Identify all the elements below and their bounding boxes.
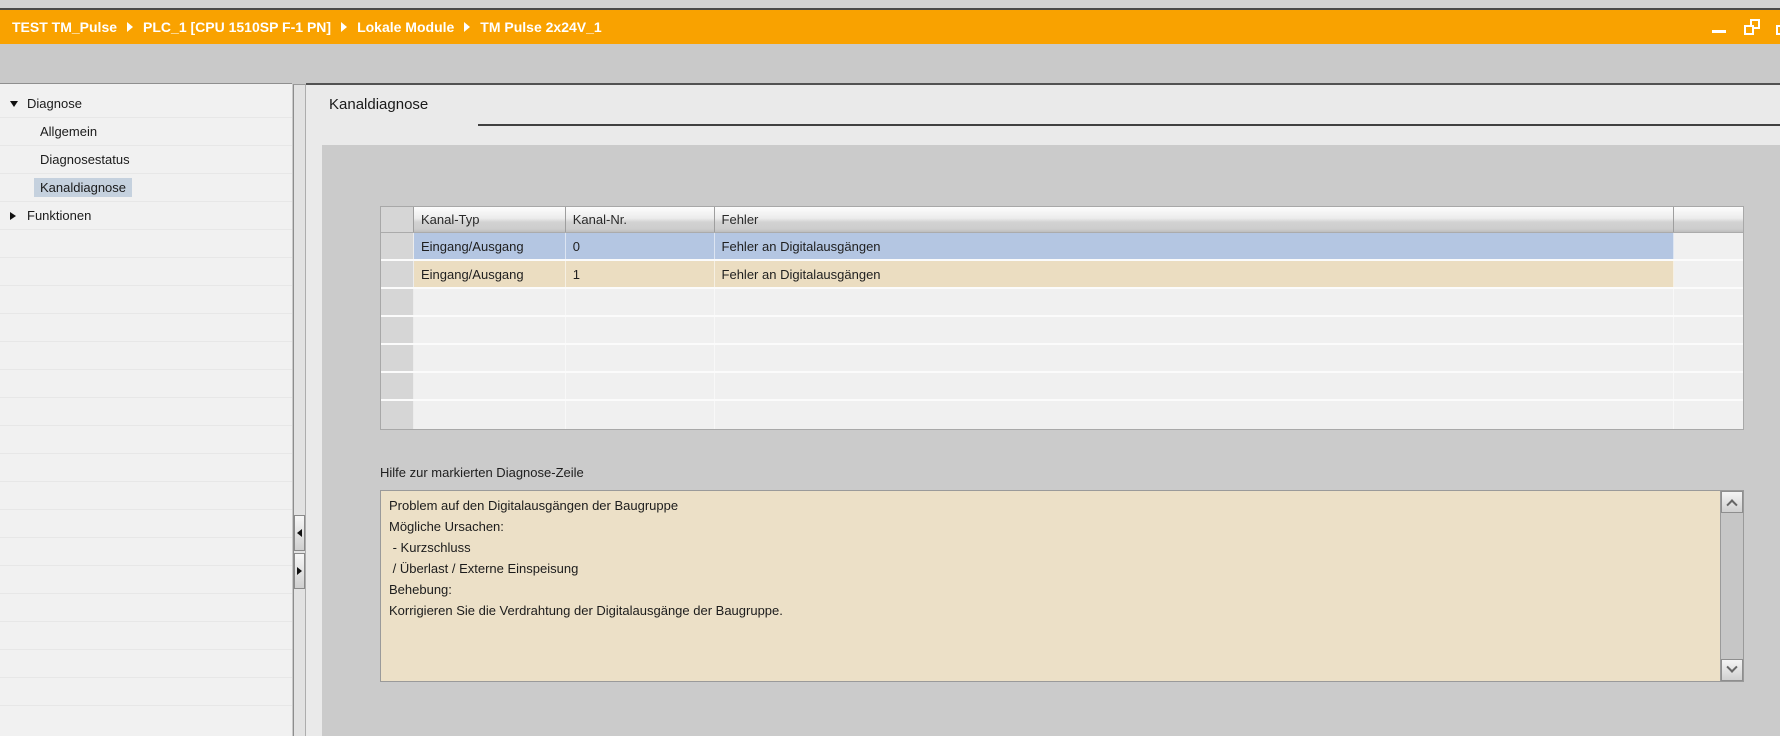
- breadcrumb-arrow-icon: [341, 22, 348, 32]
- tia-portal-window: TEST TM_Pulse PLC_1 [CPU 1510SP F-1 PN] …: [0, 0, 1780, 736]
- selector-column-header[interactable]: [381, 207, 414, 232]
- cell-kanal-nr: 0: [565, 233, 715, 259]
- sidebar-item-kanaldiagnose[interactable]: Kanaldiagnose: [0, 174, 292, 202]
- sidebar-empty-rows: [0, 230, 292, 716]
- row-selector-cell[interactable]: [381, 261, 414, 287]
- help-line: Behebung:: [389, 582, 452, 597]
- sidebar-item-diagnose[interactable]: Diagnose: [0, 90, 292, 118]
- diagnostics-tree: Diagnose Allgemein Diagnosestatus Kanald…: [0, 84, 292, 716]
- sidebar-item-label: Diagnosestatus: [40, 152, 130, 167]
- row-selector-cell[interactable]: [381, 289, 414, 315]
- titlebar: TEST TM_Pulse PLC_1 [CPU 1510SP F-1 PN] …: [0, 10, 1780, 44]
- restore-icon[interactable]: [1744, 19, 1760, 35]
- help-line: - Kurzschluss: [389, 540, 471, 555]
- breadcrumb-arrow-icon: [464, 22, 471, 32]
- sidebar-item-diagnosestatus[interactable]: Diagnosestatus: [0, 146, 292, 174]
- help-section-label: Hilfe zur markierten Diagnose-Zeile: [380, 465, 584, 480]
- help-scrollbar[interactable]: [1720, 491, 1743, 681]
- table-row[interactable]: Eingang/Ausgang 1 Fehler an Digitalausgä…: [381, 261, 1743, 289]
- row-selector-cell[interactable]: [381, 401, 414, 429]
- sidebar-item-label: Funktionen: [27, 208, 92, 223]
- breadcrumb-plc[interactable]: PLC_1 [CPU 1510SP F-1 PN]: [143, 19, 331, 35]
- breadcrumb-arrow-icon: [127, 22, 134, 32]
- row-selector-cell[interactable]: [381, 233, 414, 259]
- breadcrumb-lokale-module[interactable]: Lokale Module: [357, 19, 454, 35]
- column-header-kanal-nr[interactable]: Kanal-Nr.: [566, 207, 715, 232]
- sidebar-item-label-selected: Kanaldiagnose: [34, 178, 133, 197]
- clipped-window-icon[interactable]: [1776, 19, 1780, 35]
- sidebar-item-label: Allgemein: [40, 124, 98, 139]
- scroll-up-button[interactable]: [1721, 491, 1743, 513]
- triangle-right-icon: [297, 567, 302, 575]
- minimize-icon[interactable]: [1712, 19, 1728, 35]
- column-header-fehler[interactable]: Fehler: [715, 207, 1675, 232]
- pane-splitter[interactable]: [293, 84, 306, 736]
- scroll-down-button[interactable]: [1721, 659, 1743, 681]
- table-row-empty[interactable]: [381, 289, 1743, 317]
- help-line: Mögliche Ursachen:: [389, 519, 504, 534]
- cell-fehler: Fehler an Digitalausgängen: [714, 233, 1675, 259]
- diagnostic-help-box: Problem auf den Digitalausgängen der Bau…: [380, 490, 1744, 682]
- table-header-row: Kanal-Typ Kanal-Nr. Fehler: [381, 207, 1743, 233]
- column-header-end: [1674, 207, 1743, 232]
- title-rule: [478, 124, 1780, 126]
- table-row-empty[interactable]: [381, 345, 1743, 373]
- help-line: Korrigieren Sie die Verdrahtung der Digi…: [389, 603, 783, 618]
- table-row-empty[interactable]: [381, 401, 1743, 429]
- main-content: Kanaldiagnose Kanal-Typ Kanal-Nr. Fehler…: [306, 83, 1780, 736]
- table-row[interactable]: Eingang/Ausgang 0 Fehler an Digitalausgä…: [381, 233, 1743, 261]
- breadcrumb-project[interactable]: TEST TM_Pulse: [12, 19, 117, 35]
- expanded-arrow-icon[interactable]: [10, 100, 20, 107]
- breadcrumb-tm-pulse[interactable]: TM Pulse 2x24V_1: [480, 19, 601, 35]
- diagnostic-help-text: Problem auf den Digitalausgängen der Bau…: [381, 491, 1719, 681]
- sidebar-item-label: Diagnose: [27, 96, 82, 111]
- column-header-kanal-typ[interactable]: Kanal-Typ: [414, 207, 566, 232]
- page-title: Kanaldiagnose: [329, 96, 429, 113]
- table-row-empty[interactable]: [381, 373, 1743, 401]
- cell-kanal-typ: Eingang/Ausgang: [413, 233, 566, 259]
- top-strip: [0, 0, 1780, 8]
- sidebar-item-allgemein[interactable]: Allgemein: [0, 118, 292, 146]
- row-selector-cell[interactable]: [381, 373, 414, 399]
- table-row-empty[interactable]: [381, 317, 1743, 345]
- row-selector-cell[interactable]: [381, 317, 414, 343]
- cell-end: [1674, 261, 1743, 287]
- chevron-down-icon: [1726, 661, 1738, 673]
- breadcrumb: TEST TM_Pulse PLC_1 [CPU 1510SP F-1 PN] …: [12, 19, 602, 35]
- collapsed-arrow-icon[interactable]: [10, 211, 20, 220]
- sidebar-item-funktionen[interactable]: Funktionen: [0, 202, 292, 230]
- cell-kanal-typ: Eingang/Ausgang: [413, 261, 566, 287]
- channel-diagnostics-table: Kanal-Typ Kanal-Nr. Fehler Eingang/Ausga…: [380, 206, 1744, 430]
- expand-pane-button[interactable]: [294, 553, 305, 589]
- triangle-left-icon: [297, 529, 302, 537]
- kanaldiagnose-panel: Kanal-Typ Kanal-Nr. Fehler Eingang/Ausga…: [322, 145, 1780, 736]
- collapse-pane-button[interactable]: [294, 515, 305, 551]
- cell-end: [1674, 233, 1743, 259]
- window-controls: [1712, 19, 1780, 35]
- cell-fehler: Fehler an Digitalausgängen: [714, 261, 1675, 287]
- help-line: Problem auf den Digitalausgängen der Bau…: [389, 498, 679, 513]
- cell-kanal-nr: 1: [565, 261, 715, 287]
- navigation-sidebar: Diagnose Allgemein Diagnosestatus Kanald…: [0, 83, 292, 736]
- row-selector-cell[interactable]: [381, 345, 414, 371]
- chevron-up-icon: [1726, 499, 1738, 511]
- help-line: / Überlast / Externe Einspeisung: [389, 561, 579, 576]
